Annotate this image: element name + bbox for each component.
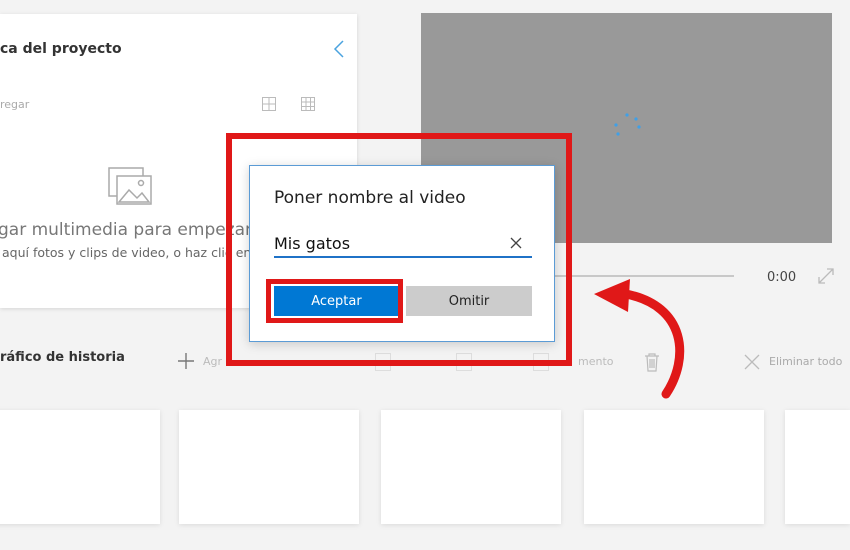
- add-media-link[interactable]: regar: [0, 98, 29, 111]
- expand-icon[interactable]: [818, 268, 834, 288]
- empty-library-subtitle: aquí fotos y clips de video, o haz clic …: [2, 245, 252, 260]
- storyboard-slot[interactable]: [179, 410, 359, 524]
- delete-all-button[interactable]: Eliminar todo: [769, 355, 842, 368]
- plus-icon[interactable]: [177, 352, 195, 374]
- storyboard-slot[interactable]: [381, 410, 561, 524]
- storyboard-title: ráfico de historia: [0, 350, 125, 365]
- loading-spinner-icon: [612, 112, 642, 146]
- project-library-title: ca del proyecto: [0, 41, 122, 57]
- chevron-left-icon[interactable]: [333, 40, 345, 62]
- close-icon[interactable]: [744, 354, 760, 374]
- empty-library-title: gar multimedia para empezar: [0, 220, 253, 240]
- curved-arrow-icon: [590, 276, 700, 405]
- grid-view-icon[interactable]: [262, 96, 276, 115]
- image-stack-icon: [107, 166, 155, 212]
- annotation-highlight-accept: [266, 279, 403, 323]
- grid-dense-view-icon[interactable]: [301, 96, 315, 115]
- playback-time: 0:00: [767, 270, 797, 285]
- storyboard-slot[interactable]: [584, 410, 764, 524]
- annotation-highlight-dialog: [226, 133, 572, 366]
- storyboard-slot[interactable]: [785, 410, 850, 524]
- storyboard-slot[interactable]: [0, 410, 160, 524]
- add-title-card-button[interactable]: Agr: [203, 355, 222, 368]
